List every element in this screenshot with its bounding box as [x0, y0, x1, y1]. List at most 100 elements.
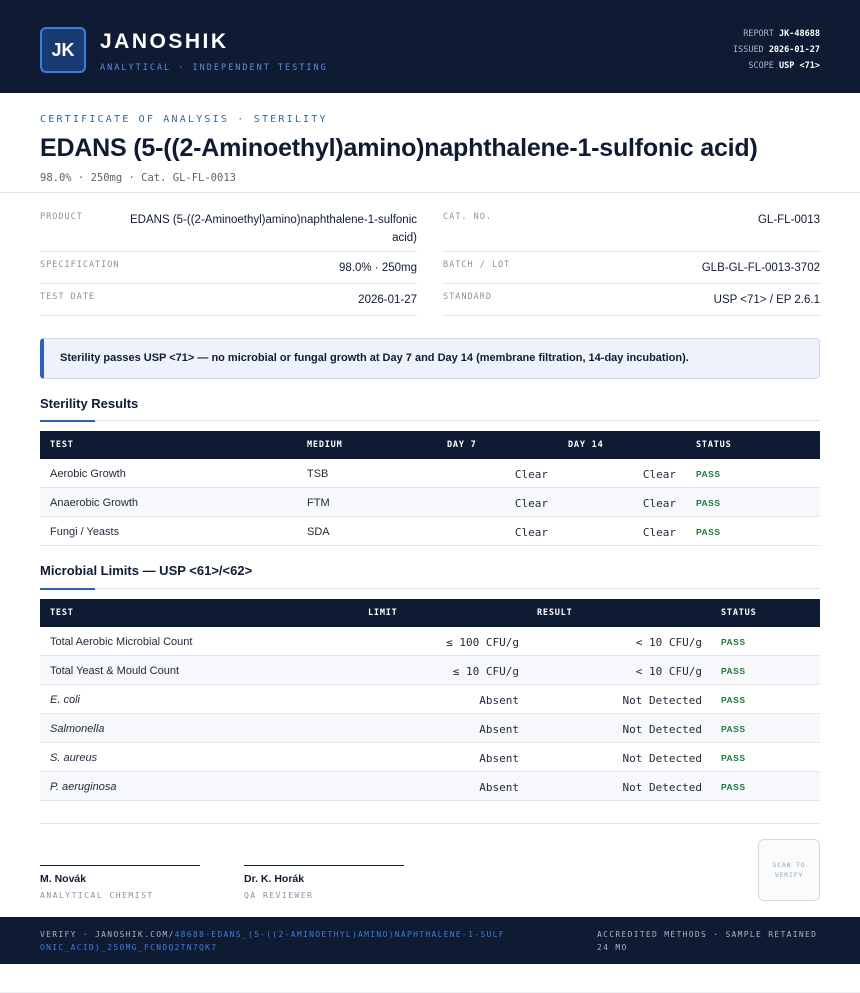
status-badge: PASS	[721, 695, 746, 705]
col-day7: DAY 7	[447, 440, 477, 450]
logo: JK	[40, 27, 86, 73]
col-day14: DAY 14	[568, 440, 604, 450]
cell-limit: Absent	[479, 781, 519, 794]
footer-note: ACCREDITED METHODS · SAMPLE RETAINED 24 …	[597, 930, 818, 952]
status-badge: PASS	[721, 666, 746, 676]
table-row: Salmonella Absent Not Detected PASS	[40, 714, 820, 743]
info-value: GLB-GL-FL-0013-3702	[701, 262, 820, 274]
info-value: GL-FL-0013	[757, 214, 820, 226]
cell-limit: ≤ 10 CFU/g	[452, 665, 519, 678]
cell-day7: Clear	[514, 468, 548, 481]
signatory-role: ANALYTICAL CHEMIST	[40, 891, 154, 900]
cell-medium: SDA	[307, 526, 330, 538]
signatory-name: M. Novák	[40, 873, 87, 885]
cell-test: Total Aerobic Microbial Count	[50, 636, 193, 648]
cell-test: Total Yeast & Mould Count	[50, 665, 180, 677]
summary-banner: Sterility passes USP <71> — no microbial…	[40, 338, 820, 379]
cell-test: Salmonella	[50, 723, 105, 735]
cell-result: Not Detected	[622, 752, 702, 765]
section-accent	[40, 588, 95, 590]
status-badge: PASS	[696, 527, 721, 537]
table-row: Total Yeast & Mould Count ≤ 10 CFU/g < 1…	[40, 656, 820, 685]
info-batch: BATCH / LOT GLB-GL-FL-0013-3702	[443, 252, 820, 284]
cell-medium: TSB	[307, 468, 329, 480]
info-label: TEST DATE	[40, 292, 96, 302]
info-label: BATCH / LOT	[443, 260, 511, 270]
status-badge: PASS	[721, 782, 746, 792]
report-id: REPORT JK-48688	[743, 29, 820, 39]
col-status: STATUS	[696, 440, 732, 450]
col-medium: MEDIUM	[307, 440, 343, 450]
brand-name: JANOSHIK	[100, 30, 229, 53]
info-product: PRODUCT EDANS (5-((2-Aminoethyl)amino)na…	[40, 204, 417, 252]
info-standard: STANDARD USP <71> / EP 2.6.1	[443, 284, 820, 316]
table-row: Fungi / Yeasts SDA Clear Clear PASS	[40, 517, 820, 546]
info-value: EDANS (5-((2-Aminoethyl)amino)naphthalen…	[130, 214, 417, 244]
signature-line	[244, 865, 404, 866]
verify-prefix: VERIFY · JANOSHIK.COM/	[40, 930, 175, 939]
doc-eyebrow: CERTIFICATE OF ANALYSIS · STERILITY	[40, 114, 328, 125]
col-status: STATUS	[721, 608, 757, 618]
cell-limit: Absent	[479, 694, 519, 707]
col-limit: LIMIT	[368, 608, 398, 618]
status-badge: PASS	[721, 637, 746, 647]
section-rule	[40, 588, 820, 589]
info-value: 2026-01-27	[358, 294, 417, 306]
info-label: PRODUCT	[40, 212, 83, 222]
microbial-section-title: Microbial Limits — USP <61>/<62>	[40, 563, 253, 578]
cell-day14: Clear	[642, 497, 676, 510]
cell-test: Fungi / Yeasts	[50, 526, 120, 538]
col-result: RESULT	[537, 608, 573, 618]
brand-tagline: ANALYTICAL · INDEPENDENT TESTING	[100, 63, 328, 73]
cell-test: S. aureus	[50, 752, 98, 764]
table-row: P. aeruginosa Absent Not Detected PASS	[40, 772, 820, 801]
cell-result: < 10 CFU/g	[635, 636, 702, 649]
table-row: Total Aerobic Microbial Count ≤ 100 CFU/…	[40, 627, 820, 656]
cell-day14: Clear	[642, 468, 676, 481]
signatory-name: Dr. K. Horák	[244, 873, 305, 885]
table-row: Anaerobic Growth FTM Clear Clear PASS	[40, 488, 820, 517]
info-value: 98.0% · 250mg	[339, 262, 417, 274]
table-row: Aerobic Growth TSB Clear Clear PASS	[40, 459, 820, 488]
divider	[0, 192, 860, 193]
cell-day14: Clear	[642, 526, 676, 539]
cell-medium: FTM	[307, 497, 330, 509]
cell-day7: Clear	[514, 497, 548, 510]
info-specification: SPECIFICATION 98.0% · 250mg	[40, 252, 417, 284]
cell-day7: Clear	[514, 526, 548, 539]
cell-limit: Absent	[479, 752, 519, 765]
cell-result: Not Detected	[622, 694, 702, 707]
table-header: TEST LIMIT RESULT STATUS	[40, 599, 820, 627]
page-title: EDANS (5-((2-Aminoethyl)amino)naphthalen…	[40, 134, 758, 162]
sterility-table: TEST MEDIUM DAY 7 DAY 14 STATUS Aerobic …	[40, 431, 820, 546]
cell-limit: ≤ 100 CFU/g	[446, 636, 519, 649]
qr-code[interactable]: SCAN TO VERIFY	[758, 839, 820, 901]
doc-subtitle: 98.0% · 250mg · Cat. GL-FL-0013	[40, 172, 236, 184]
col-test: TEST	[50, 440, 74, 450]
scope: SCOPE USP <71>	[748, 61, 820, 71]
section-accent	[40, 420, 95, 422]
signature-divider	[40, 823, 820, 824]
issued-date: ISSUED 2026-01-27	[732, 45, 820, 55]
section-rule	[40, 420, 820, 421]
info-label: CAT. NO.	[443, 212, 492, 222]
cell-result: Not Detected	[622, 723, 702, 736]
info-value: USP <71> / EP 2.6.1	[713, 294, 820, 306]
microbial-table: TEST LIMIT RESULT STATUS Total Aerobic M…	[40, 599, 820, 801]
header: JK JANOSHIK ANALYTICAL · INDEPENDENT TES…	[0, 0, 860, 93]
cell-result: < 10 CFU/g	[635, 665, 702, 678]
status-badge: PASS	[721, 753, 746, 763]
signature-line	[40, 865, 200, 866]
table-row: E. coli Absent Not Detected PASS	[40, 685, 820, 714]
table-header: TEST MEDIUM DAY 7 DAY 14 STATUS	[40, 431, 820, 459]
footer: VERIFY · JANOSHIK.COM/48688-EDANS_(5-((2…	[0, 917, 860, 964]
cell-limit: Absent	[479, 723, 519, 736]
info-test-date: TEST DATE 2026-01-27	[40, 284, 417, 316]
signatory-role: QA REVIEWER	[244, 891, 314, 900]
status-badge: PASS	[696, 469, 721, 479]
cell-test: P. aeruginosa	[50, 781, 117, 793]
info-cat-no: CAT. NO. GL-FL-0013	[443, 204, 820, 252]
cell-test: Aerobic Growth	[50, 468, 126, 480]
table-row: S. aureus Absent Not Detected PASS	[40, 743, 820, 772]
verify-line: VERIFY · JANOSHIK.COM/48688-EDANS_(5-((2…	[40, 929, 510, 954]
